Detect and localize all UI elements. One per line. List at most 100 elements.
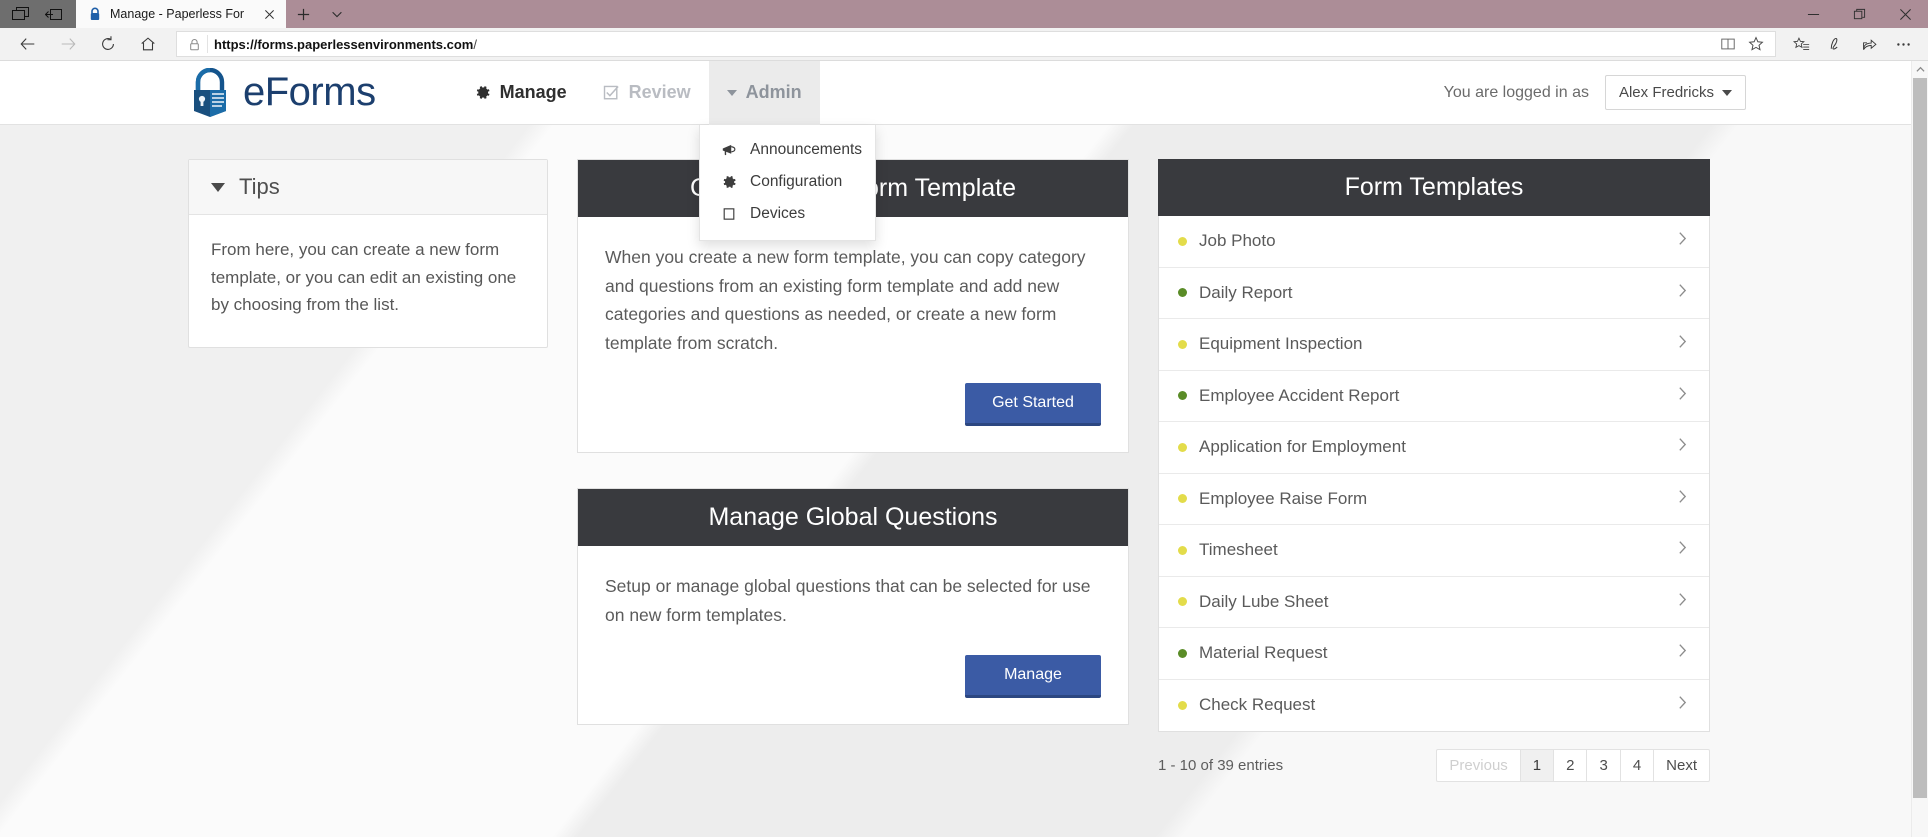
pagination-page-3[interactable]: 3 bbox=[1586, 749, 1621, 782]
chevron-right-icon bbox=[1678, 643, 1687, 663]
tips-panel: Tips From here, you can create a new for… bbox=[188, 159, 548, 348]
status-dot-yellow bbox=[1178, 545, 1187, 555]
nav-item-admin-label: Admin bbox=[745, 82, 802, 102]
status-dot-yellow bbox=[1178, 236, 1187, 246]
form-template-row[interactable]: Employee Accident Report bbox=[1159, 371, 1709, 422]
share-icon[interactable] bbox=[1852, 29, 1886, 59]
form-template-label: Application for Employment bbox=[1199, 437, 1406, 457]
user-menu-button[interactable]: Alex Fredricks bbox=[1604, 75, 1746, 110]
menu-item-announcements[interactable]: Announcements bbox=[700, 134, 875, 166]
scroll-up-arrow-icon[interactable] bbox=[1912, 61, 1928, 78]
page-scrollbar[interactable] bbox=[1911, 61, 1928, 837]
status-dot-yellow bbox=[1178, 339, 1187, 349]
manage-global-questions-card: Manage Global Questions Setup or manage … bbox=[577, 488, 1129, 726]
status-dot-green bbox=[1178, 391, 1187, 401]
scrollbar-thumb[interactable] bbox=[1913, 78, 1927, 798]
chevron-down-icon[interactable] bbox=[320, 0, 354, 28]
logged-in-label: You are logged in as bbox=[1443, 83, 1589, 101]
nav-item-admin[interactable]: Admin bbox=[708, 61, 820, 125]
more-options-icon[interactable] bbox=[1886, 29, 1920, 59]
brand-name: eForms bbox=[243, 70, 376, 114]
tablet-icon bbox=[720, 206, 737, 222]
middle-column: Create a New Form Template When you crea… bbox=[577, 159, 1129, 812]
create-form-template-actions: Get Started bbox=[605, 383, 1101, 427]
url-host: https://forms.paperlessenvironments.com bbox=[214, 36, 474, 52]
manage-global-questions-title: Manage Global Questions bbox=[578, 489, 1128, 547]
status-dot-yellow bbox=[1178, 442, 1187, 452]
close-icon[interactable] bbox=[260, 5, 278, 23]
form-template-row[interactable]: Daily Report bbox=[1159, 268, 1709, 319]
refresh-icon[interactable] bbox=[88, 29, 128, 59]
home-icon[interactable] bbox=[128, 29, 168, 59]
reading-view-icon[interactable] bbox=[1715, 32, 1741, 56]
menu-item-devices[interactable]: Devices bbox=[700, 198, 875, 230]
main-content: Tips From here, you can create a new for… bbox=[0, 125, 1911, 812]
chevron-right-icon bbox=[1678, 489, 1687, 509]
manage-global-questions-actions: Manage bbox=[605, 655, 1101, 699]
form-template-label: Equipment Inspection bbox=[1199, 334, 1363, 354]
form-template-row[interactable]: Equipment Inspection bbox=[1159, 319, 1709, 371]
form-template-row[interactable]: Employee Raise Form bbox=[1159, 474, 1709, 525]
tips-title: Tips bbox=[239, 174, 280, 199]
browser-tab[interactable]: Manage - Paperless For bbox=[76, 0, 286, 28]
nav-item-review[interactable]: Review bbox=[585, 61, 709, 125]
lock-icon bbox=[88, 7, 102, 21]
get-started-button[interactable]: Get Started bbox=[965, 383, 1101, 427]
new-tab-button[interactable] bbox=[286, 0, 320, 28]
pagination-page-4[interactable]: 4 bbox=[1619, 749, 1655, 782]
favorites-hub-icon[interactable] bbox=[1784, 29, 1818, 59]
pagination-next-button[interactable]: Next bbox=[1653, 749, 1710, 782]
back-arrow-icon[interactable] bbox=[8, 29, 48, 59]
form-template-row[interactable]: Job Photo bbox=[1159, 216, 1709, 268]
pagination-page-1[interactable]: 1 bbox=[1519, 749, 1555, 782]
forward-arrow-icon bbox=[48, 29, 88, 59]
lock-icon bbox=[183, 38, 205, 51]
status-dot-yellow bbox=[1178, 597, 1187, 607]
gear-icon bbox=[720, 174, 737, 190]
tips-panel-body: From here, you can create a new form tem… bbox=[189, 215, 547, 347]
form-template-row[interactable]: Timesheet bbox=[1159, 525, 1709, 577]
status-dot-yellow bbox=[1178, 494, 1187, 504]
form-template-label: Material Request bbox=[1199, 643, 1328, 663]
form-template-row[interactable]: Daily Lube Sheet bbox=[1159, 577, 1709, 628]
form-template-row[interactable]: Material Request bbox=[1159, 628, 1709, 680]
chevron-right-icon bbox=[1678, 540, 1687, 560]
form-template-label: Job Photo bbox=[1199, 231, 1276, 251]
form-template-row[interactable]: Check Request bbox=[1159, 680, 1709, 732]
manage-global-questions-body: Setup or manage global questions that ca… bbox=[578, 546, 1128, 724]
caret-down-icon bbox=[726, 89, 737, 96]
restore-icon[interactable] bbox=[1836, 0, 1882, 28]
browser-toolbar: https://forms.paperlessenvironments.com/ bbox=[0, 28, 1928, 61]
star-icon[interactable] bbox=[1743, 32, 1769, 56]
chevron-right-icon bbox=[1678, 386, 1687, 406]
create-form-template-body: When you create a new form template, you… bbox=[578, 217, 1128, 452]
close-icon[interactable] bbox=[1882, 0, 1928, 28]
manage-button[interactable]: Manage bbox=[965, 655, 1101, 699]
notes-pen-icon[interactable] bbox=[1818, 29, 1852, 59]
brand[interactable]: eForms bbox=[188, 67, 376, 118]
chevron-right-icon bbox=[1678, 283, 1687, 303]
pagination-page-2[interactable]: 2 bbox=[1553, 749, 1588, 782]
pagination-previous-button[interactable]: Previous bbox=[1436, 749, 1521, 782]
minimize-icon[interactable] bbox=[1790, 0, 1836, 28]
scrollbar-track[interactable] bbox=[1912, 78, 1928, 820]
menu-item-devices-label: Devices bbox=[750, 205, 806, 222]
chevron-right-icon bbox=[1678, 231, 1687, 251]
chevron-right-icon bbox=[1678, 437, 1687, 457]
menu-item-configuration-label: Configuration bbox=[750, 173, 843, 190]
pagination-buttons: Previous 1 2 3 4 Next bbox=[1436, 749, 1710, 782]
checkbox-icon bbox=[603, 84, 620, 101]
task-view-icon[interactable] bbox=[12, 6, 29, 22]
address-bar[interactable]: https://forms.paperlessenvironments.com/ bbox=[176, 31, 1776, 57]
page-viewport: eForms Manage Review Admin You are logge… bbox=[0, 61, 1928, 837]
address-bar-actions bbox=[1715, 32, 1769, 56]
nav-item-manage[interactable]: Manage bbox=[456, 61, 585, 125]
form-template-row[interactable]: Application for Employment bbox=[1159, 422, 1709, 474]
collapse-icon[interactable] bbox=[44, 7, 62, 22]
menu-item-configuration[interactable]: Configuration bbox=[700, 166, 875, 198]
form-template-label: Daily Report bbox=[1199, 282, 1293, 302]
tips-panel-header[interactable]: Tips bbox=[189, 160, 547, 215]
primary-nav: Manage Review Admin bbox=[456, 61, 820, 125]
form-template-label: Check Request bbox=[1199, 695, 1316, 715]
create-form-template-text: When you create a new form template, you… bbox=[605, 247, 1086, 353]
